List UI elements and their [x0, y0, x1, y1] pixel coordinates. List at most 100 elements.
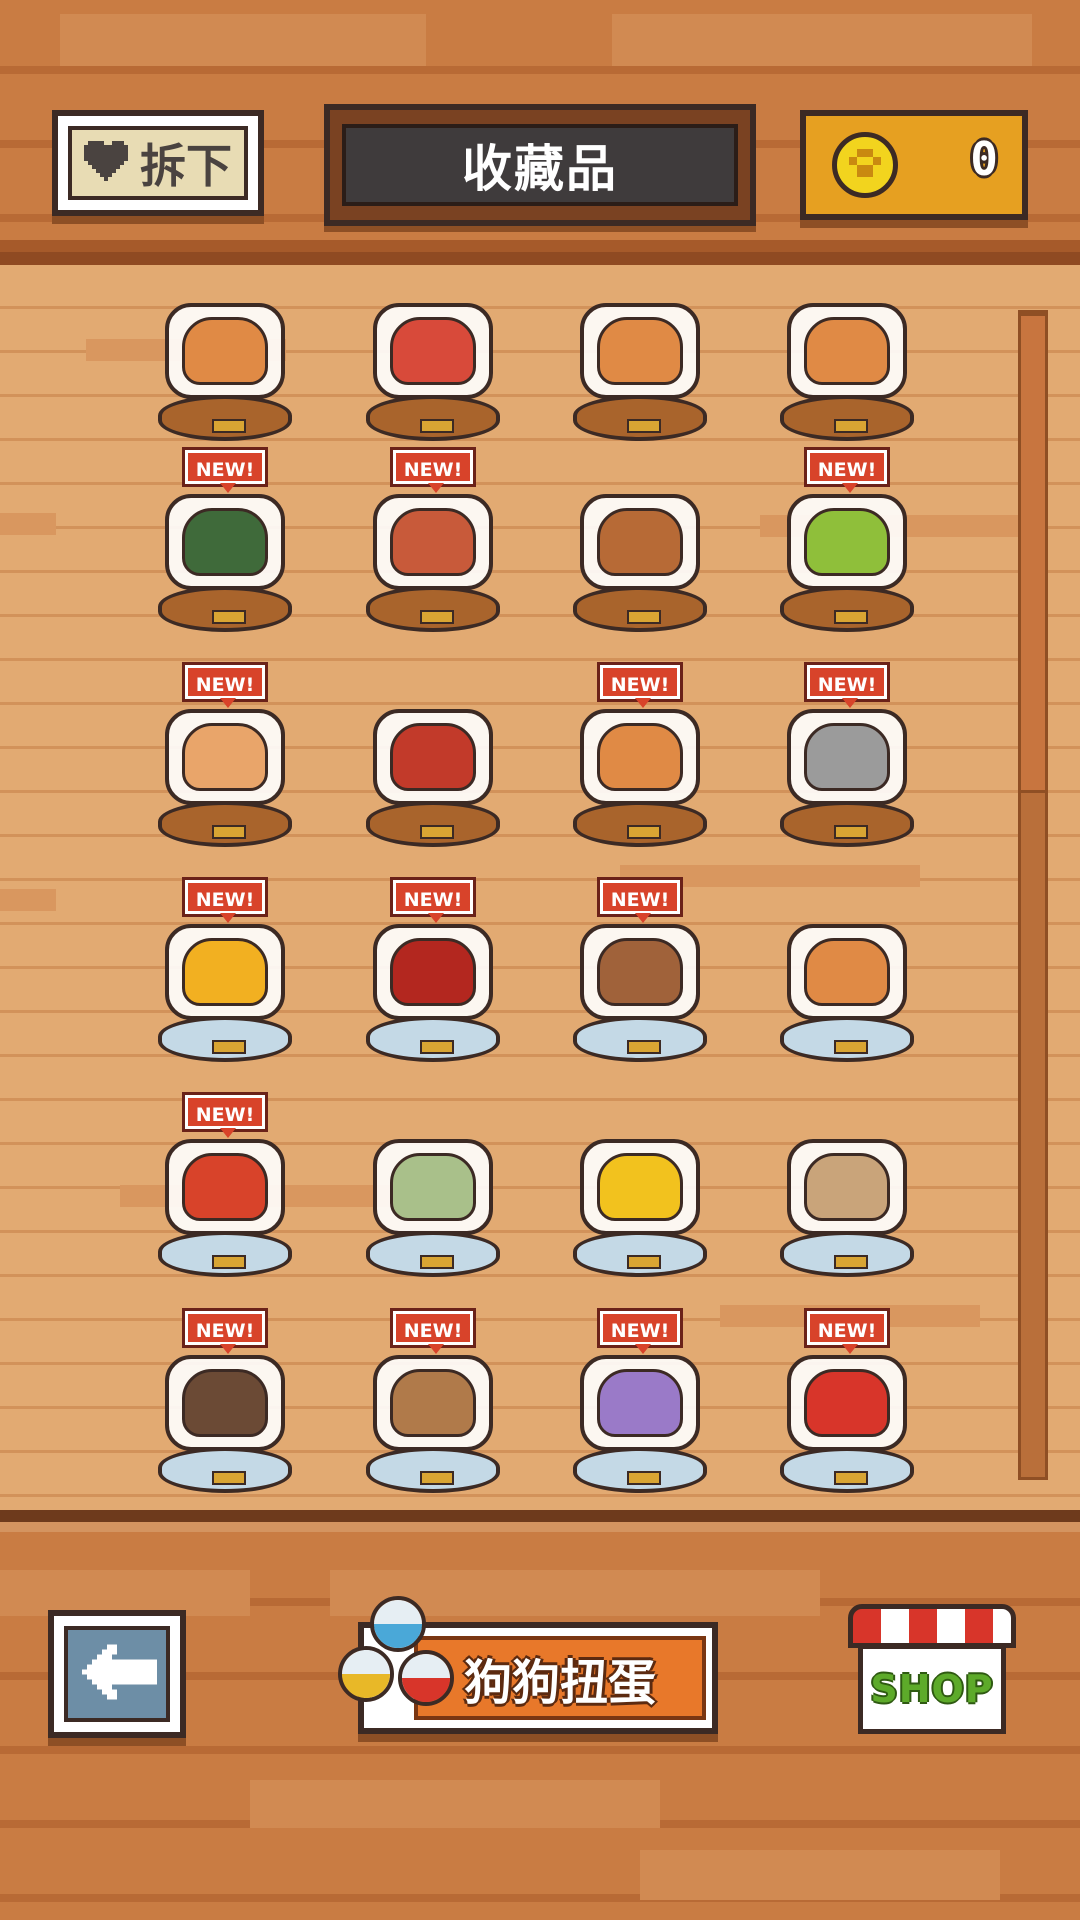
- wood-pedestal: [366, 395, 500, 441]
- wood-pedestal: [158, 395, 292, 441]
- new-badge: NEW!: [182, 1092, 268, 1138]
- wood-plank: [640, 1850, 1000, 1900]
- name-plate: [212, 1471, 246, 1485]
- glass-pedestal: [780, 1447, 914, 1493]
- new-badge: NEW!: [597, 1308, 683, 1354]
- collectible-item[interactable]: NEW!: [358, 1308, 508, 1501]
- collectible-figure-icon: [804, 723, 890, 791]
- scrollbar-thumb[interactable]: [1018, 313, 1048, 793]
- collectible-item[interactable]: [358, 265, 508, 449]
- gacha-label-panel: 狗狗扭蛋: [414, 1636, 706, 1720]
- glass-pedestal: [573, 1016, 707, 1062]
- collectible-item[interactable]: NEW!: [150, 1308, 300, 1501]
- back-button[interactable]: [48, 1610, 186, 1738]
- collectible-item[interactable]: NEW!: [565, 1308, 715, 1501]
- name-plate: [420, 610, 454, 624]
- capsule-icon: [398, 1650, 454, 1706]
- wood-pedestal: [780, 395, 914, 441]
- name-plate: [420, 419, 454, 433]
- collectible-item[interactable]: NEW!: [358, 877, 508, 1070]
- collectible-figure-icon: [597, 938, 683, 1006]
- collectible-item[interactable]: NEW!: [772, 447, 922, 640]
- floor-ledge-highlight: [0, 1522, 1080, 1532]
- glass-pedestal: [573, 1447, 707, 1493]
- collectible-item[interactable]: [565, 265, 715, 449]
- collectible-item[interactable]: [772, 880, 922, 1070]
- collectible-figure-icon: [597, 508, 683, 576]
- name-plate: [834, 419, 868, 433]
- collectible-item[interactable]: [358, 1095, 508, 1285]
- collectible-item[interactable]: NEW!: [150, 447, 300, 640]
- name-plate: [834, 610, 868, 624]
- wood-pedestal: [780, 801, 914, 847]
- collectible-figure-icon: [804, 317, 890, 385]
- wood-plank: [250, 1780, 660, 1828]
- name-plate: [834, 825, 868, 839]
- gacha-button[interactable]: 狗狗扭蛋: [318, 1596, 724, 1736]
- shelf-ledge: [0, 240, 1080, 252]
- collectible-item[interactable]: [358, 665, 508, 855]
- new-badge: NEW!: [804, 662, 890, 708]
- collectible-item[interactable]: [565, 450, 715, 640]
- collectible-item[interactable]: NEW!: [772, 662, 922, 855]
- wood-pedestal: [366, 586, 500, 632]
- collectible-figure-icon: [804, 938, 890, 1006]
- glass-pedestal: [158, 1231, 292, 1277]
- collectible-item[interactable]: [150, 265, 300, 449]
- new-badge: NEW!: [390, 447, 476, 493]
- name-plate: [627, 1040, 661, 1054]
- name-plate: [212, 1255, 246, 1269]
- unequip-label: 拆下: [140, 139, 232, 193]
- glass-pedestal: [158, 1447, 292, 1493]
- coin-counter: 0: [800, 110, 1028, 220]
- name-plate: [212, 610, 246, 624]
- shop-label: SHOP: [870, 1667, 994, 1711]
- capsule-icon: [338, 1646, 394, 1702]
- glass-pedestal: [780, 1016, 914, 1062]
- collectible-figure-icon: [182, 938, 268, 1006]
- collectible-figure-icon: [390, 317, 476, 385]
- name-plate: [212, 1040, 246, 1054]
- new-badge: NEW!: [804, 1308, 890, 1354]
- wood-plank: [60, 14, 426, 66]
- name-plate: [627, 1255, 661, 1269]
- collectible-figure-icon: [182, 723, 268, 791]
- unequip-button[interactable]: 拆下: [52, 110, 264, 216]
- name-plate: [627, 825, 661, 839]
- glass-pedestal: [158, 1016, 292, 1062]
- collectible-item[interactable]: NEW!: [150, 662, 300, 855]
- arrow-left-icon: [77, 1644, 157, 1704]
- collectible-item[interactable]: NEW!: [565, 877, 715, 1070]
- collectible-item[interactable]: NEW!: [772, 1308, 922, 1501]
- collectible-item[interactable]: [565, 1095, 715, 1285]
- collection-grid[interactable]: NEW! NEW! NEW! NEW! NEW! NEW! NEW! NEW! NEW! NEW!…: [0, 265, 1080, 1515]
- shop-button[interactable]: SHOP: [848, 1604, 1016, 1738]
- name-plate: [834, 1255, 868, 1269]
- glass-pedestal: [573, 1231, 707, 1277]
- collectible-item[interactable]: [772, 1095, 922, 1285]
- collectible-item[interactable]: NEW!: [150, 1092, 300, 1285]
- shop-awning-icon: [848, 1604, 1016, 1648]
- collectible-figure-icon: [390, 1369, 476, 1437]
- coin-count: 0: [970, 132, 998, 186]
- name-plate: [834, 1040, 868, 1054]
- name-plate: [420, 1040, 454, 1054]
- new-badge: NEW!: [182, 1308, 268, 1354]
- collectible-item[interactable]: NEW!: [358, 447, 508, 640]
- glass-pedestal: [366, 1447, 500, 1493]
- name-plate: [420, 825, 454, 839]
- collectible-item[interactable]: NEW!: [150, 877, 300, 1070]
- collectible-item[interactable]: [772, 265, 922, 449]
- collectible-figure-icon: [182, 1153, 268, 1221]
- new-badge: NEW!: [597, 662, 683, 708]
- collectible-figure-icon: [390, 508, 476, 576]
- wood-pedestal: [573, 801, 707, 847]
- capsule-icon: [370, 1596, 426, 1652]
- collectible-figure-icon: [390, 1153, 476, 1221]
- page-title: 收藏品: [462, 140, 618, 198]
- collectible-figure-icon: [390, 723, 476, 791]
- name-plate: [420, 1255, 454, 1269]
- glass-pedestal: [366, 1016, 500, 1062]
- collectible-figure-icon: [182, 1369, 268, 1437]
- collectible-item[interactable]: NEW!: [565, 662, 715, 855]
